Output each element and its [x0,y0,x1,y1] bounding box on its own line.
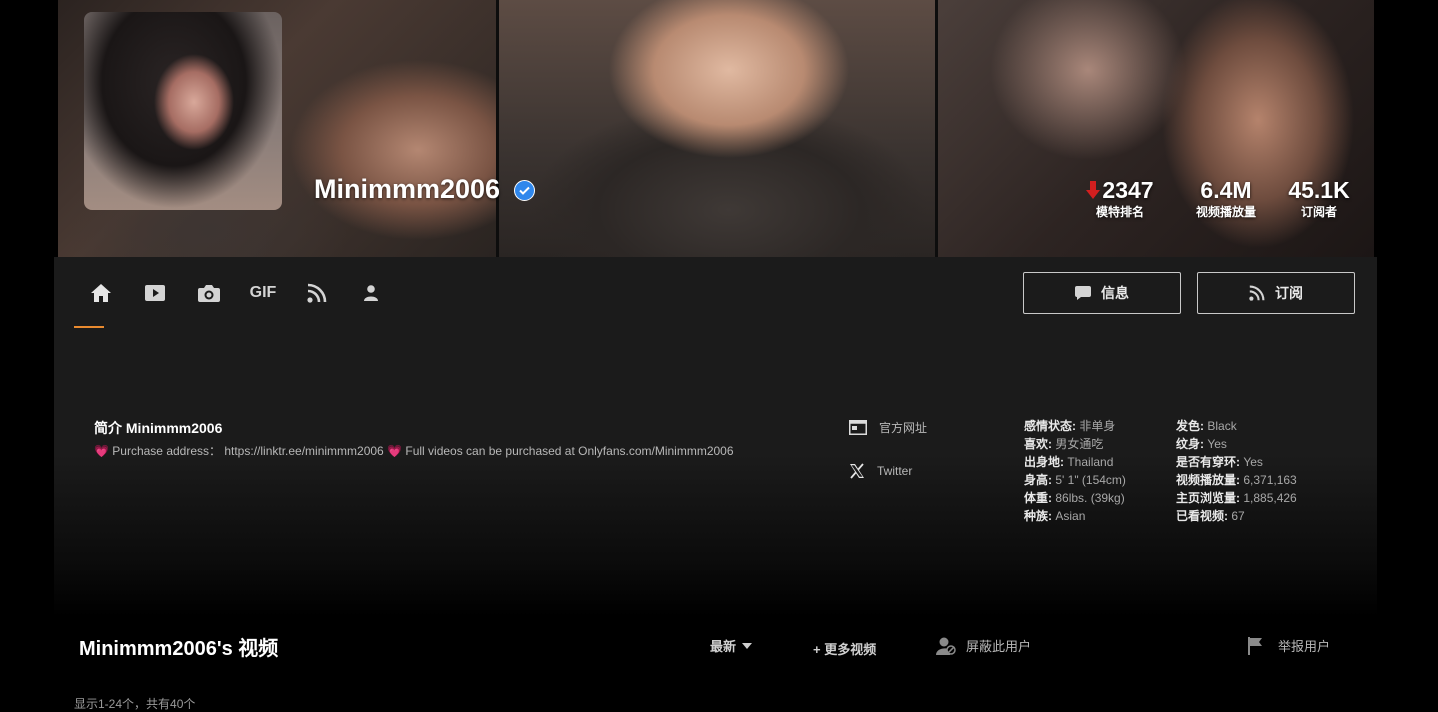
block-user-button[interactable]: 屏蔽此用户 [936,636,1031,655]
bio-text-suffix: Full videos can be purchased at Onlyfans… [402,444,734,458]
verified-badge-icon [514,180,535,201]
info-row: 是否有穿环: Yes [1176,455,1263,469]
stat-value: 2347 [1102,177,1154,203]
rss-icon [1249,285,1265,301]
x-twitter-icon [850,463,864,479]
report-user-label: 举报用户 [1278,639,1331,654]
chat-icon [1075,286,1091,300]
browser-window-icon [849,420,867,435]
subscribe-button[interactable]: 订阅 [1197,272,1355,314]
sort-label: 最新 [710,639,737,654]
report-user-button[interactable]: 举报用户 [1248,636,1330,655]
info-row: 种族: Asian [1024,509,1086,523]
twitter-link[interactable]: Twitter [849,463,912,479]
videos-section-title: Minimmm2006's 视频 [79,638,279,660]
stat-label: 订阅者 [1300,205,1337,219]
tab-videos[interactable] [128,277,182,309]
tab-gif[interactable]: GIF [236,277,290,309]
video-icon [145,285,165,301]
info-row: 视频播放量: 6,371,163 [1176,473,1297,487]
camera-icon [198,285,220,302]
cover-photo-2 [499,0,935,257]
official-site-link[interactable]: 官方网址 [849,419,927,436]
info-row: 感情状态: 非单身 [1024,419,1116,433]
stat-model-rank: 2347 模特排名 [1080,176,1160,220]
info-row: 身高: 5' 1" (154cm) [1024,473,1126,487]
model-name: Minimmm2006 [314,174,501,204]
heart-icon: 💗 [94,444,109,458]
info-row: 已看视频: 67 [1176,509,1245,523]
bio-text: 💗 Purchase address： https://linktr.ee/mi… [94,442,734,459]
block-user-label: 屏蔽此用户 [966,639,1032,654]
stat-value: 6.4M [1200,177,1252,203]
stat-value: 45.1K [1288,177,1350,203]
video-count: 显示1-24个，共有40个 [74,697,196,711]
stat-label: 模特排名 [1095,205,1144,219]
bio-text-prefix: Purchase address： https://linktr.ee/mini… [108,444,388,458]
home-icon [91,284,111,302]
official-site-label: 官方网址 [879,421,928,435]
message-label: 信息 [1101,285,1129,301]
sort-dropdown[interactable]: 最新 [710,636,753,655]
tab-about[interactable] [344,277,398,309]
info-row: 体重: 86lbs. (39kg) [1024,491,1125,505]
rss-icon [307,283,327,303]
tab-home[interactable] [74,277,128,328]
caret-down-icon [742,642,753,649]
profile-info-panel: GIF 信息 订阅 简介 Minimmm2006 💗 Purchase addr… [54,257,1377,617]
message-button[interactable]: 信息 [1023,272,1181,314]
stat-subscribers: 45.1K 订阅者 [1281,176,1357,220]
info-column-left: 感情状态: 非单身 喜欢: 男女通吃 出身地: Thailand 身高: 5' … [1024,417,1126,525]
block-user-icon [936,637,956,655]
stat-video-views: 6.4M 视频播放量 [1188,176,1264,220]
info-row: 纹身: Yes [1176,437,1227,451]
stat-label: 视频播放量 [1195,205,1256,219]
tab-feed[interactable] [290,277,344,309]
more-videos-button[interactable]: + 更多视频 [813,639,876,658]
profile-tabs: GIF [74,277,398,328]
info-row: 发色: Black [1176,419,1237,433]
avatar[interactable] [84,12,282,210]
subscribe-label: 订阅 [1275,285,1303,301]
tab-photos[interactable] [182,277,236,309]
twitter-label: Twitter [877,464,913,478]
info-row: 喜欢: 男女通吃 [1024,437,1104,451]
flag-icon [1248,636,1262,655]
heart-icon: 💗 [387,444,403,458]
user-icon [364,285,378,301]
info-column-right: 发色: Black 纹身: Yes 是否有穿环: Yes 视频播放量: 6,37… [1176,417,1297,525]
rank-down-arrow-icon [1086,181,1101,199]
gif-label: GIF [249,284,277,301]
info-row: 主页浏览量: 1,885,426 [1176,491,1297,505]
bio-title: 简介 Minimmm2006 [94,420,223,436]
info-row: 出身地: Thailand [1024,455,1114,469]
